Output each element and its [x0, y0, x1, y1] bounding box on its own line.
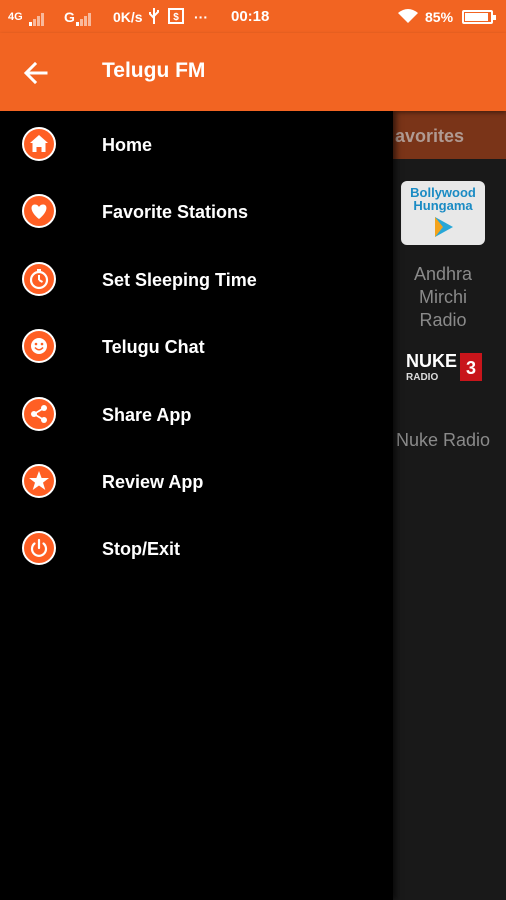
- logo-text-2: Hungama: [413, 198, 473, 213]
- station-name: Nuke Radio: [395, 430, 491, 450]
- menu-item-label: Stop/Exit: [102, 539, 181, 559]
- signal-icon-1: [27, 8, 45, 26]
- wifi-icon: [397, 8, 419, 28]
- battery-percent: 85%: [425, 9, 454, 25]
- svg-text:3: 3: [466, 358, 476, 378]
- menu-item-label: Home: [102, 135, 153, 155]
- menu-item-label: Set Sleeping Time: [102, 270, 257, 290]
- menu-item-label: Share App: [102, 405, 192, 425]
- screen: 4G G 0K/s $ ··· 00:18 85% Telugu FM avor…: [0, 0, 506, 900]
- station-tile-andhra-mirchi[interactable]: Bollywood Hungama Andhra Mirchi Radio: [393, 179, 493, 332]
- home-icon: [22, 127, 56, 161]
- menu-item-label: Review App: [102, 472, 204, 492]
- signal-icon-2: [74, 8, 92, 26]
- more-icon: ···: [194, 9, 208, 25]
- clock: 00:18: [231, 8, 270, 25]
- nuke-radio-logo: NUKE RADIO 3: [406, 351, 482, 383]
- star-icon: [22, 464, 56, 498]
- menu-item-set-sleeping-time[interactable]: Set Sleeping Time: [0, 248, 393, 310]
- nuke-logo-text: NUKE: [406, 351, 457, 371]
- menu-item-home[interactable]: Home: [0, 113, 393, 175]
- nuke-logo-subtext: RADIO: [406, 372, 438, 383]
- heart-icon: [22, 194, 56, 228]
- menu-item-share-app[interactable]: Share App: [0, 383, 393, 445]
- app-title: Telugu FM: [102, 59, 206, 82]
- usb-icon: [148, 8, 160, 28]
- menu-item-label: Telugu Chat: [102, 337, 205, 357]
- menu-item-label: Favorite Stations: [102, 202, 249, 222]
- share-icon: [22, 397, 56, 431]
- svg-text:$: $: [173, 12, 179, 23]
- station-name-line2: Mirchi Radio: [419, 287, 467, 330]
- network-type-1: 4G: [8, 11, 23, 23]
- navigation-drawer: Home Favorite Stations Set Sleeping Time…: [0, 111, 393, 900]
- timer-icon: [22, 262, 56, 296]
- power-icon: [22, 531, 56, 565]
- bollywood-hungama-logo: Bollywood Hungama: [401, 181, 485, 245]
- menu-item-stop-exit[interactable]: Stop/Exit: [0, 517, 393, 579]
- smiley-icon: [22, 329, 56, 363]
- menu-item-review-app[interactable]: Review App: [0, 450, 393, 512]
- arrow-left-icon: [23, 61, 48, 85]
- battery-icon: [462, 10, 496, 24]
- station-tile-nuke-radio[interactable]: NUKE RADIO 3 Nuke Radio: [393, 347, 493, 452]
- menu-item-favorite-stations[interactable]: Favorite Stations: [0, 180, 393, 242]
- network-speed: 0K/s: [113, 9, 143, 25]
- sim-icon: $: [168, 8, 184, 28]
- back-button[interactable]: [20, 57, 52, 89]
- app-bar: Telugu FM: [0, 33, 506, 111]
- station-name-line1: Andhra: [413, 264, 473, 284]
- status-bar: 4G G 0K/s $ ··· 00:18 85%: [0, 0, 506, 33]
- menu-item-telugu-chat[interactable]: Telugu Chat: [0, 315, 393, 377]
